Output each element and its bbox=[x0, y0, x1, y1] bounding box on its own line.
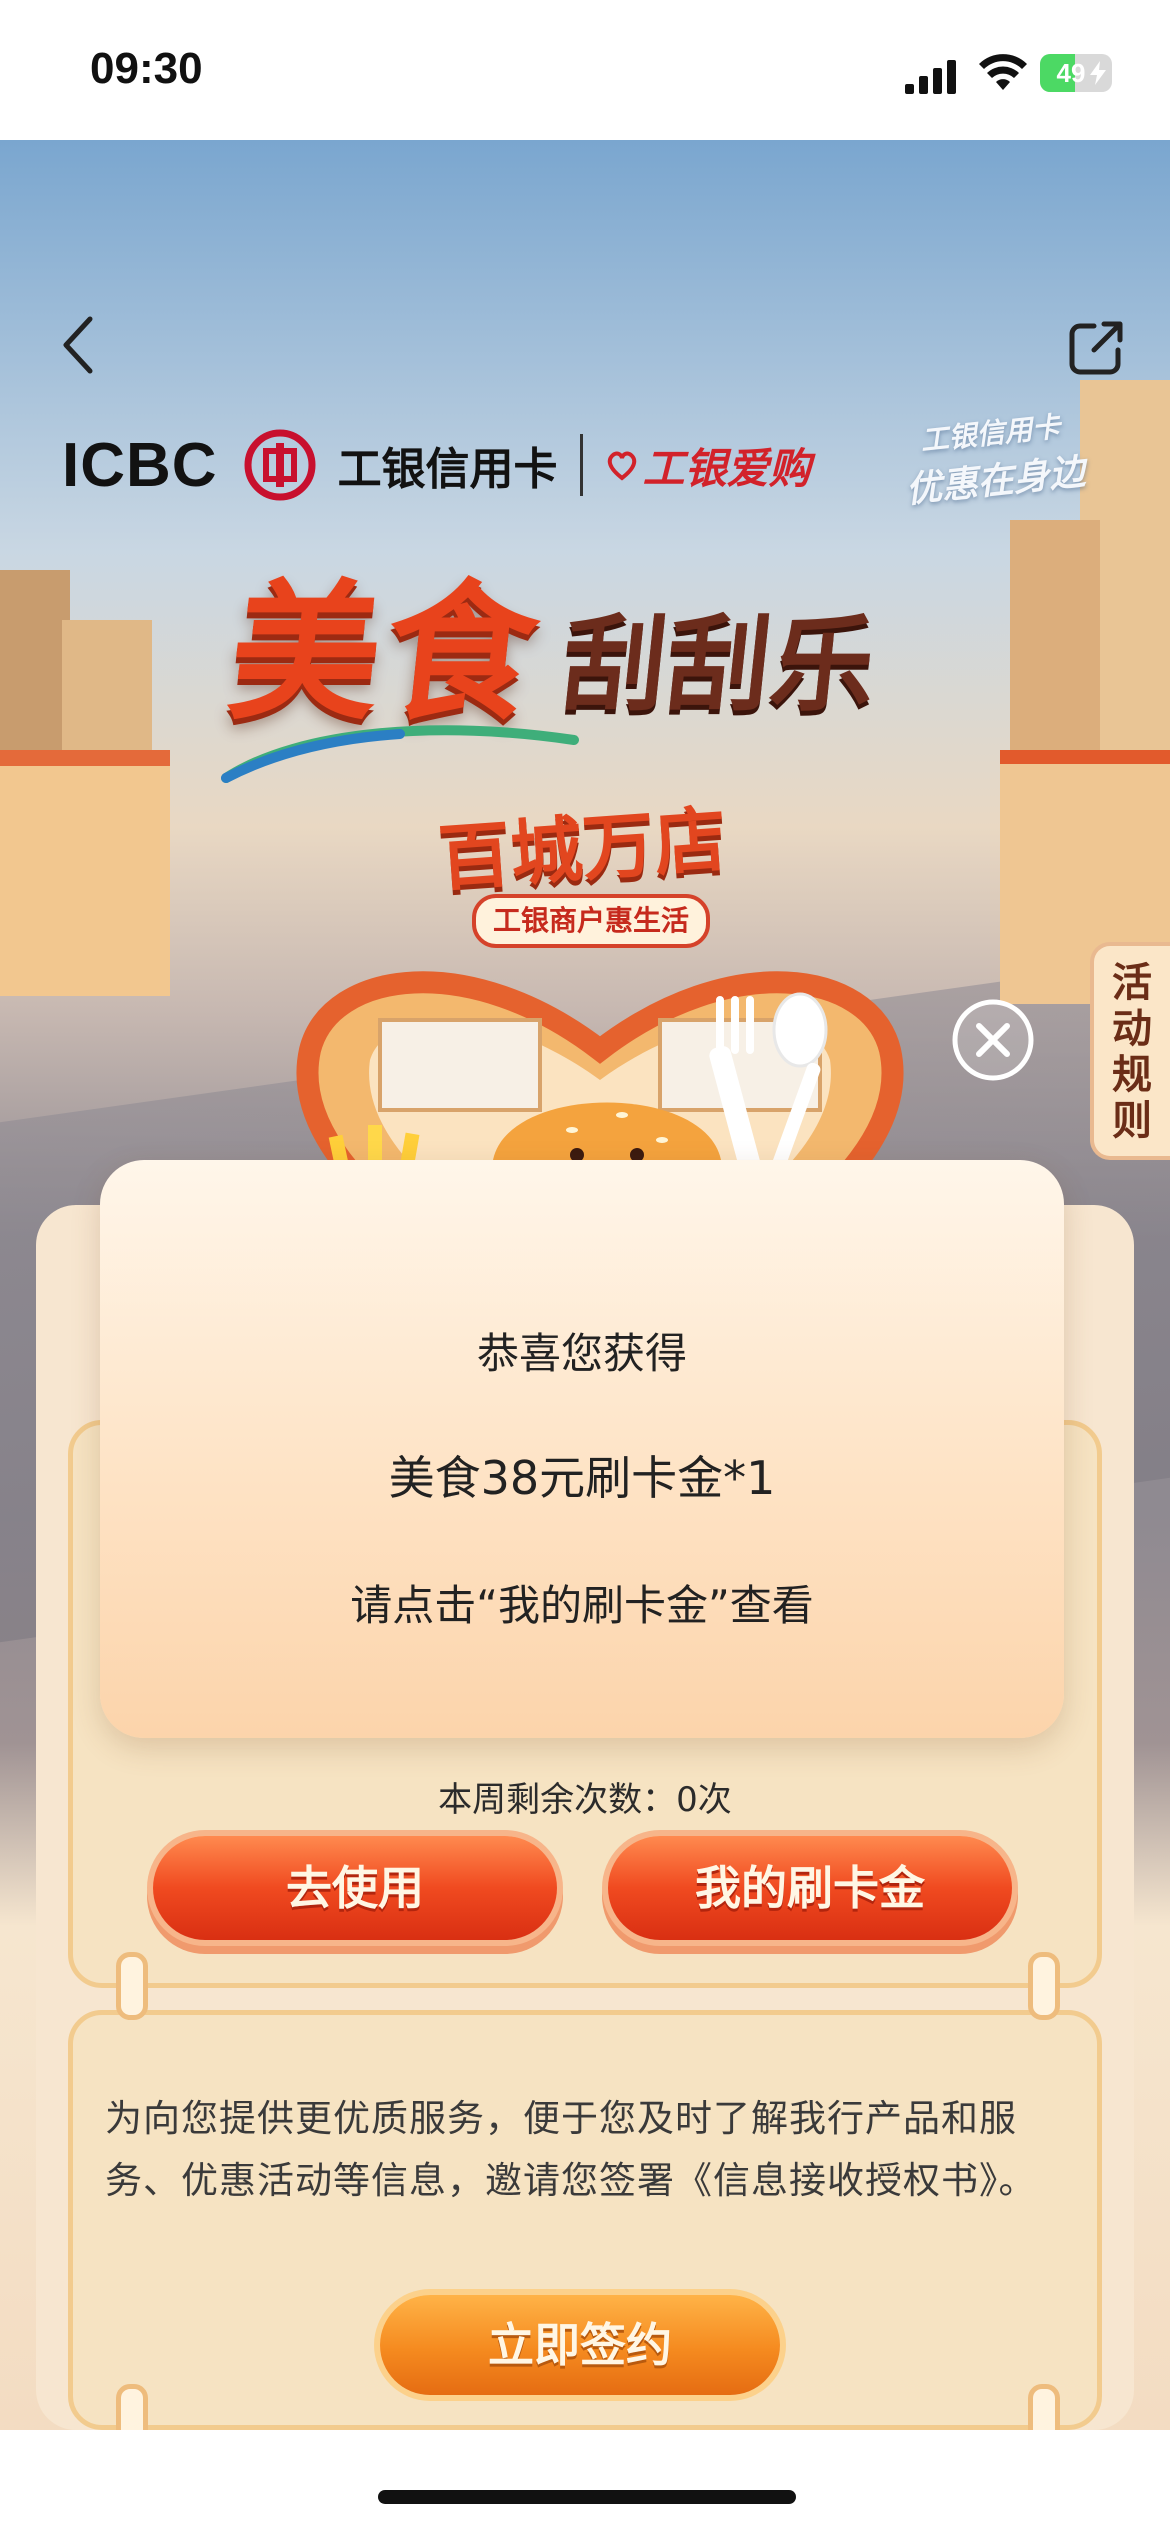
brand-divider bbox=[579, 434, 583, 496]
icbc-wordmark: ICBC bbox=[62, 430, 218, 500]
panel-ring-right bbox=[1028, 1952, 1060, 2020]
authorization-text: 为向您提供更优质服务，便于您及时了解我行产品和服务、优惠活动等信息，邀请您签署《… bbox=[105, 2097, 1037, 2202]
share-icon[interactable] bbox=[1068, 320, 1124, 376]
popup-hint: 请点击“我的刷卡金”查看 bbox=[350, 1581, 814, 1630]
prize-popup: 恭喜您获得 美食38元刷卡金*1 请点击“我的刷卡金”查看 bbox=[100, 1160, 1064, 1738]
home-bar bbox=[0, 2430, 1170, 2532]
title-sub: 刮刮乐 bbox=[556, 604, 882, 726]
building-shop-left bbox=[0, 750, 170, 996]
cellular-signal-icon bbox=[905, 60, 956, 94]
popup-prize: 美食38元刷卡金*1 bbox=[388, 1451, 776, 1505]
remaining-count: 本周剩余次数：0次 bbox=[438, 1780, 732, 1820]
aigou-logo-text: 工银爱购 bbox=[642, 443, 811, 493]
card-brand-name: 工银信用卡 bbox=[337, 444, 558, 495]
panel-ring-left bbox=[116, 1952, 148, 2020]
use-button[interactable]: 去使用 bbox=[153, 1836, 557, 1940]
back-icon[interactable] bbox=[58, 315, 98, 375]
status-bar: 09:30 49 bbox=[0, 0, 1170, 140]
aigou-heart-icon bbox=[607, 451, 636, 481]
popup-congrats: 恭喜您获得 bbox=[476, 1329, 687, 1378]
my-card-credit-button[interactable]: 我的刷卡金 bbox=[608, 1836, 1012, 1940]
title-swoosh bbox=[221, 725, 579, 783]
title-main: 美食 bbox=[221, 567, 552, 741]
battery-indicator: 49 bbox=[1040, 54, 1112, 92]
sign-now-button[interactable]: 立即签约 bbox=[380, 2295, 780, 2395]
home-indicator[interactable] bbox=[378, 2490, 796, 2504]
rules-tab[interactable]: 活动规则 bbox=[1090, 942, 1170, 1160]
campaign-badge: 百城万店 bbox=[435, 797, 730, 901]
brand-header: ICBC 工银信用卡 工银爱购 bbox=[62, 429, 811, 501]
rules-tab-label: 活动规则 bbox=[1112, 960, 1152, 1144]
charging-bolt-icon bbox=[1090, 61, 1106, 85]
icbc-logo-icon bbox=[244, 429, 316, 501]
slogan-badge: 工银信用卡 优惠在身边 bbox=[884, 401, 1102, 514]
status-time: 09:30 bbox=[90, 44, 203, 93]
wifi-icon bbox=[979, 54, 1027, 90]
close-icon[interactable] bbox=[950, 997, 1036, 1083]
